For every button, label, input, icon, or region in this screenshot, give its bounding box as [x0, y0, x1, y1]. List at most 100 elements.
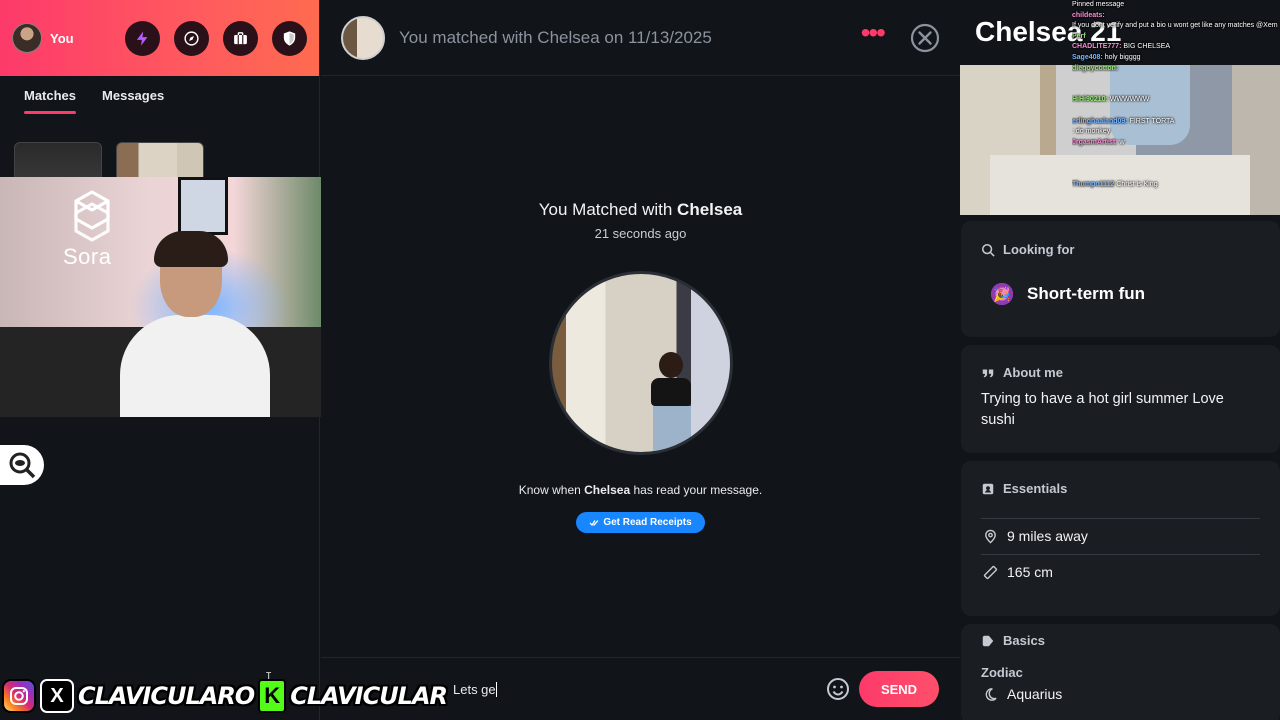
- essentials-header: Essentials: [981, 481, 1067, 496]
- conversation-title: You matched with Chelsea on 11/13/2025: [399, 27, 712, 47]
- divider: [981, 554, 1260, 555]
- chat-message: [1072, 74, 1280, 85]
- social-handle-1: CLAVICULARO: [78, 682, 255, 710]
- chat-message: : do monkey: [1072, 127, 1280, 138]
- chat-username: erlinghaaland09:: [1072, 117, 1130, 125]
- chat-message: Perf: [1072, 32, 1280, 43]
- social-overlay: X CLAVICULARO K CLAVICULAR: [2, 677, 448, 715]
- ruler-icon: [983, 565, 998, 579]
- basics-card: Basics Zodiac Aquarius: [961, 624, 1280, 720]
- privacy-toggle[interactable]: [0, 445, 44, 485]
- briefcase-icon: [234, 31, 247, 44]
- streamer: [120, 231, 270, 417]
- text-cursor: [495, 681, 497, 697]
- chat-text: FIRST TORTA: [1129, 117, 1175, 125]
- height-row: 165 cm: [983, 564, 1053, 580]
- moon-icon: [985, 687, 997, 701]
- tab-matches[interactable]: Matches: [24, 88, 77, 114]
- shield-icon: [283, 30, 296, 46]
- social-handle-2: CLAVICULAR: [290, 682, 448, 710]
- chat-message: Sage408: holy bigggg: [1072, 53, 1280, 64]
- chat-username: childeats:: [1072, 11, 1105, 19]
- emoji-icon[interactable]: [826, 677, 850, 701]
- stream-chat-overlay: Pinned message childeats: If you dont ver…: [1072, 0, 1280, 190]
- chat-text: WWWWWW: [1109, 96, 1150, 104]
- chat-message: erlinghaaland09: FIRST TORTA: [1072, 117, 1280, 128]
- chat-message: diegoycotton:: [1072, 64, 1280, 75]
- kick-icon: K: [258, 679, 287, 713]
- distance-row: 9 miles away: [983, 528, 1088, 544]
- chat-username: Sage408:: [1072, 53, 1105, 61]
- chat-message: [1072, 106, 1280, 117]
- match-avatar[interactable]: [341, 15, 385, 60]
- zodiac-row: Aquarius: [983, 686, 1062, 702]
- get-read-receipts-button[interactable]: Get Read Receipts: [576, 512, 705, 533]
- app-root: You Matches Messages Sora You matched wi…: [0, 0, 1280, 720]
- bolt-icon: [136, 30, 148, 46]
- match-info: You Matched with Chelsea 21 seconds ago: [321, 200, 960, 241]
- more-options-icon[interactable]: •••: [861, 18, 886, 47]
- chat-message: HiHi90210: WWWWWW: [1072, 95, 1280, 106]
- chat-text: BIG CHELSEA: [1123, 43, 1171, 51]
- chat-message: [1072, 148, 1280, 159]
- chat-message: CHADLITE777: BIG CHELSEA: [1072, 42, 1280, 53]
- compass-icon: [184, 30, 199, 46]
- chat-message: If you dont verify and put a bio u wont …: [1072, 21, 1280, 32]
- tab-messages[interactable]: Messages: [102, 88, 164, 112]
- chat-message: Thumpo1112 Christ is King: [1072, 180, 1280, 190]
- read-receipts-text: Know when Chelsea has read your message.: [518, 483, 763, 497]
- chat-text: Pinned message: [1072, 1, 1125, 8]
- chat-message: [1072, 159, 1280, 170]
- chat-username: 0rgasmArtist:: [1072, 138, 1120, 146]
- id-card-icon: [982, 483, 994, 494]
- looking-for-header: Looking for: [981, 242, 1075, 257]
- match-time: 21 seconds ago: [594, 226, 687, 241]
- about-me-header: About me: [981, 365, 1063, 380]
- basics-header: Basics: [981, 633, 1045, 648]
- chat-text: Christ is King: [1116, 181, 1158, 189]
- tag-icon: [982, 635, 994, 646]
- work-button[interactable]: [223, 20, 258, 56]
- explore-button[interactable]: [174, 20, 209, 56]
- about-me-text: Trying to have a hot girl summer Love su…: [981, 391, 1224, 428]
- chat-text: holy bigggg: [1104, 53, 1141, 61]
- safety-button[interactable]: [272, 20, 307, 56]
- search-icon: [981, 243, 995, 257]
- conversation-panel: You matched with Chelsea on 11/13/2025 •…: [321, 0, 960, 720]
- sidebar-tabs: Matches Messages: [0, 76, 319, 114]
- match-photo[interactable]: [549, 271, 733, 455]
- user-label[interactable]: You: [50, 31, 74, 46]
- chat-message: Pinned message: [1072, 0, 1280, 11]
- instagram-icon: [2, 679, 36, 713]
- chat-text: If you dont verify and put a bio u wont …: [1072, 22, 1278, 30]
- sora-logo-icon: [74, 190, 110, 242]
- double-check-icon: [589, 519, 599, 526]
- wall-frame: [178, 177, 228, 235]
- conversation-header: You matched with Chelsea on 11/13/2025 •…: [321, 0, 960, 76]
- chat-message: [1072, 170, 1280, 181]
- eye-search-icon: [9, 452, 36, 479]
- match-heading: You Matched with Chelsea: [538, 200, 743, 219]
- quote-icon: [982, 369, 994, 377]
- chat-text: w: [1119, 138, 1125, 146]
- user-avatar[interactable]: [12, 23, 42, 53]
- close-icon[interactable]: [910, 23, 940, 53]
- essentials-card: Essentials 9 miles away 165 cm: [961, 461, 1280, 616]
- chat-username: Thumpo1112: [1072, 181, 1117, 189]
- chat-username: diegoycotton:: [1072, 64, 1119, 72]
- chat-username: Perf: [1072, 32, 1086, 40]
- send-button[interactable]: SEND: [859, 671, 939, 707]
- party-popper-icon: 🎉: [989, 281, 1015, 307]
- x-icon: X: [40, 679, 74, 713]
- message-input[interactable]: Lets ge: [453, 681, 813, 697]
- chat-message: 0rgasmArtist: w: [1072, 138, 1280, 149]
- sidebar-header: You: [0, 0, 319, 76]
- chat-text: : do monkey: [1072, 128, 1111, 136]
- chat-message: childeats:: [1072, 11, 1280, 22]
- boost-button[interactable]: [125, 20, 160, 56]
- location-pin-icon: [985, 529, 996, 544]
- looking-for-value: 🎉 Short-term fun: [989, 281, 1145, 307]
- divider: [981, 518, 1260, 519]
- chat-username: HiHi90210:: [1072, 96, 1110, 104]
- zodiac-label: Zodiac: [981, 665, 1023, 680]
